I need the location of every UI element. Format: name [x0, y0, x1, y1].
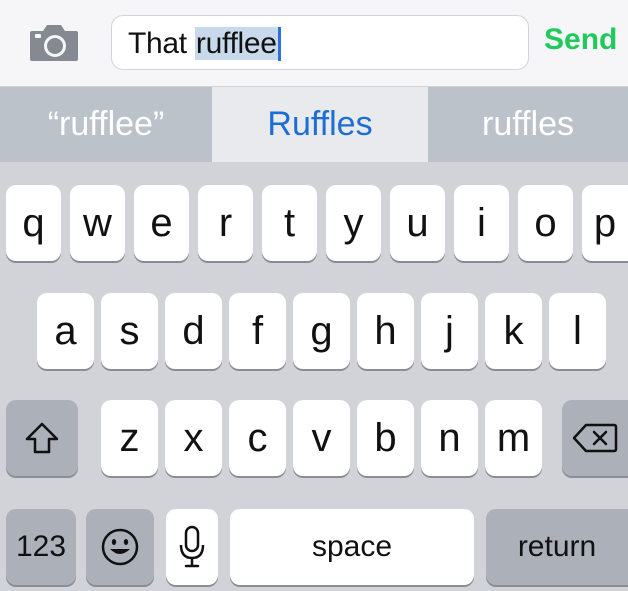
- message-text: That rufflee: [128, 27, 281, 61]
- key-v[interactable]: v: [293, 400, 350, 476]
- key-z[interactable]: z: [101, 400, 158, 476]
- key-a[interactable]: a: [37, 293, 94, 369]
- key-p[interactable]: p: [582, 185, 628, 261]
- key-i[interactable]: i: [454, 185, 509, 261]
- key-k[interactable]: k: [485, 293, 542, 369]
- key-e[interactable]: e: [134, 185, 189, 261]
- emoji-key[interactable]: [86, 509, 154, 585]
- message-input[interactable]: That rufflee: [111, 15, 529, 70]
- shift-key[interactable]: [6, 400, 78, 476]
- key-x[interactable]: x: [165, 400, 222, 476]
- key-h[interactable]: h: [357, 293, 414, 369]
- suggestion-alternate[interactable]: ruffles: [428, 87, 628, 162]
- key-u[interactable]: u: [390, 185, 445, 261]
- camera-button[interactable]: [28, 23, 80, 63]
- key-c[interactable]: c: [229, 400, 286, 476]
- dictation-key[interactable]: [166, 509, 218, 585]
- key-f[interactable]: f: [229, 293, 286, 369]
- suggestion-literal[interactable]: “rufflee”: [0, 87, 212, 162]
- send-button[interactable]: Send: [544, 20, 617, 60]
- emoji-icon: [101, 528, 139, 566]
- key-q[interactable]: q: [6, 185, 61, 261]
- key-t[interactable]: t: [262, 185, 317, 261]
- key-n[interactable]: n: [421, 400, 478, 476]
- suggestion-primary[interactable]: Ruffles: [212, 87, 428, 162]
- delete-key[interactable]: [562, 400, 628, 476]
- return-key[interactable]: return: [486, 509, 628, 585]
- shift-icon: [25, 422, 59, 454]
- key-y[interactable]: y: [326, 185, 381, 261]
- key-j[interactable]: j: [421, 293, 478, 369]
- text-caret: [277, 27, 281, 61]
- key-w[interactable]: w: [70, 185, 125, 261]
- microphone-icon: [179, 525, 205, 568]
- key-l[interactable]: l: [549, 293, 606, 369]
- key-s[interactable]: s: [101, 293, 158, 369]
- key-m[interactable]: m: [485, 400, 542, 476]
- backspace-icon: [572, 423, 618, 453]
- key-b[interactable]: b: [357, 400, 414, 476]
- key-o[interactable]: o: [518, 185, 573, 261]
- space-key[interactable]: space: [230, 509, 474, 585]
- key-r[interactable]: r: [198, 185, 253, 261]
- message-text-plain: That: [128, 27, 195, 60]
- camera-icon: [30, 25, 78, 61]
- key-g[interactable]: g: [293, 293, 350, 369]
- message-text-selected: rufflee: [194, 27, 278, 60]
- key-d[interactable]: d: [165, 293, 222, 369]
- numbers-key[interactable]: 123: [6, 509, 76, 585]
